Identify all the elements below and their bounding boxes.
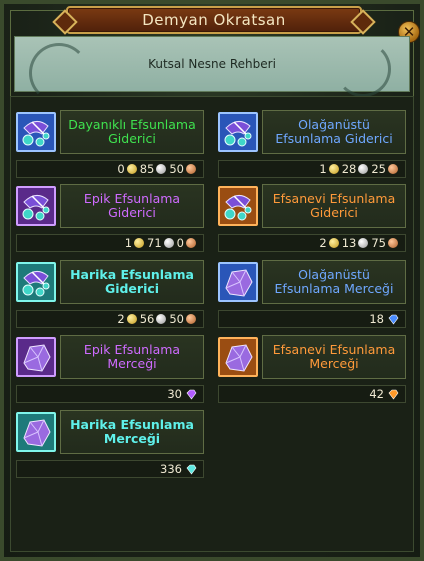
item-price: 30 xyxy=(16,385,204,403)
item-price: 2 56 50 xyxy=(16,310,204,328)
remover-icon[interactable] xyxy=(218,186,258,226)
price-gold-value: 0 xyxy=(117,162,125,176)
swirl-ornament-icon xyxy=(29,43,89,103)
silver-coin-icon xyxy=(163,238,174,248)
shop-item-card[interactable]: Olağanüstü Efsunlama Merceği xyxy=(218,260,406,306)
item-price: 42 xyxy=(218,385,406,403)
item-name: Harika Efsunlama Giderici xyxy=(70,267,194,296)
item-name-box[interactable]: Olağanüstü Efsunlama Giderici xyxy=(262,110,406,154)
price-gold-value: 2 xyxy=(117,312,125,326)
gold-coin-icon xyxy=(126,164,137,174)
item-name-box[interactable]: Dayanıklı Efsunlama Giderici xyxy=(60,110,204,154)
item-name: Dayanıklı Efsunlama Giderici xyxy=(68,117,196,146)
price-copper-value: 50 xyxy=(169,162,184,176)
banner: Kutsal Nesne Rehberi xyxy=(14,36,410,103)
copper-coin-icon xyxy=(388,164,398,174)
silver-coin-icon xyxy=(156,164,167,174)
price-gold-value: 2 xyxy=(319,236,327,250)
item-name-box[interactable]: Epik Efsunlama Giderici xyxy=(60,184,204,228)
item-name: Efsanevi Efsunlama Merceği xyxy=(272,342,396,371)
price-silver-value: 71 xyxy=(147,236,162,250)
price-silver-value: 56 xyxy=(139,312,155,326)
crystal-lens-icon[interactable] xyxy=(16,337,56,377)
item-name: Efsanevi Efsunlama Giderici xyxy=(272,191,396,220)
crystal-lens-icon[interactable] xyxy=(218,337,258,377)
price-copper-value: 50 xyxy=(169,312,184,326)
shop-item-card[interactable]: Efsanevi Efsunlama Giderici xyxy=(218,184,406,230)
window-title: Demyan Okratsan xyxy=(66,6,362,34)
item-name-box[interactable]: Efsanevi Efsunlama Merceği xyxy=(262,335,406,379)
crystal-lens-icon[interactable] xyxy=(16,412,56,452)
shop-item-card[interactable]: Epik Efsunlama Merceği xyxy=(16,335,204,381)
swirl-ornament-icon xyxy=(335,41,391,97)
item-name-box[interactable]: Olağanüstü Efsunlama Merceği xyxy=(262,260,406,304)
shop-item-card[interactable]: Harika Efsunlama Giderici xyxy=(16,260,204,306)
copper-coin-icon xyxy=(186,164,196,174)
remover-icon[interactable] xyxy=(16,112,56,152)
price-copper-value: 0 xyxy=(176,236,184,250)
shop-item-card[interactable]: Olağanüstü Efsunlama Giderici xyxy=(218,110,406,156)
item-price: 1 28 25 xyxy=(218,160,406,178)
gold-coin-icon xyxy=(328,164,339,174)
gem-currency-icon xyxy=(186,389,197,400)
remover-icon[interactable] xyxy=(16,186,56,226)
price-silver-value: 28 xyxy=(341,162,357,176)
copper-coin-icon xyxy=(186,238,196,248)
remover-icon[interactable] xyxy=(218,112,258,152)
item-name: Harika Efsunlama Merceği xyxy=(70,417,194,446)
gold-coin-icon xyxy=(126,314,137,324)
price-silver-value: 13 xyxy=(341,236,357,250)
price-gem-value: 336 xyxy=(160,462,182,476)
shop-item-card[interactable]: Harika Efsunlama Merceği xyxy=(16,410,204,456)
remover-icon[interactable] xyxy=(16,262,56,302)
item-name: Olağanüstü Efsunlama Giderici xyxy=(275,117,393,146)
shop-item-card[interactable]: Efsanevi Efsunlama Merceği xyxy=(218,335,406,381)
gold-coin-icon xyxy=(134,238,145,248)
price-gem-value: 30 xyxy=(167,387,182,401)
shop-item-card[interactable]: Dayanıklı Efsunlama Giderici xyxy=(16,110,204,156)
shop-item-card[interactable]: Epik Efsunlama Giderici xyxy=(16,184,204,230)
price-copper-value: 25 xyxy=(371,162,386,176)
item-price: 0 85 50 xyxy=(16,160,204,178)
price-gold-value: 1 xyxy=(124,236,133,250)
copper-coin-icon xyxy=(186,314,196,324)
copper-coin-icon xyxy=(388,238,398,248)
silver-coin-icon xyxy=(156,314,167,324)
silver-coin-icon xyxy=(358,238,369,248)
item-name-box[interactable]: Efsanevi Efsunlama Giderici xyxy=(262,184,406,228)
item-name: Epik Efsunlama Merceği xyxy=(83,342,181,371)
gem-currency-icon xyxy=(388,314,399,325)
price-copper-value: 75 xyxy=(371,236,386,250)
item-price: 1 71 0 xyxy=(16,234,204,252)
item-price: 2 13 75 xyxy=(218,234,406,252)
crystal-lens-icon[interactable] xyxy=(218,262,258,302)
price-gem-value: 18 xyxy=(369,312,384,326)
item-name: Epik Efsunlama Giderici xyxy=(83,191,181,220)
item-name-box[interactable]: Harika Efsunlama Merceği xyxy=(60,410,204,454)
item-price: 336 xyxy=(16,460,204,478)
price-gem-value: 42 xyxy=(369,387,384,401)
item-name: Olağanüstü Efsunlama Merceği xyxy=(274,267,394,296)
banner-text: Kutsal Nesne Rehberi xyxy=(148,57,276,71)
item-name-box[interactable]: Epik Efsunlama Merceği xyxy=(60,335,204,379)
price-silver-value: 85 xyxy=(139,162,155,176)
item-name-box[interactable]: Harika Efsunlama Giderici xyxy=(60,260,204,304)
gem-currency-icon xyxy=(388,389,399,400)
silver-coin-icon xyxy=(358,164,369,174)
window-title-text: Demyan Okratsan xyxy=(142,11,286,29)
gem-currency-icon xyxy=(186,464,197,475)
price-gold-value: 1 xyxy=(319,162,327,176)
gold-coin-icon xyxy=(328,238,339,248)
item-price: 18 xyxy=(218,310,406,328)
